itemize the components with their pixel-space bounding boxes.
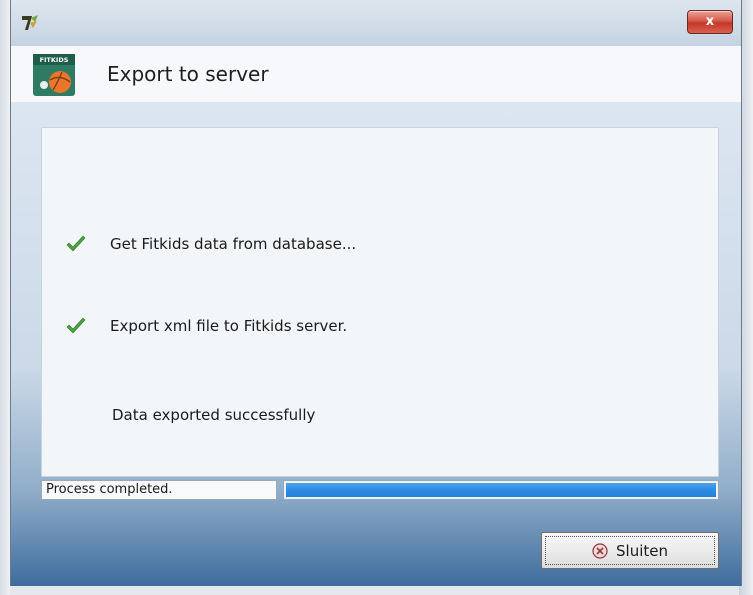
- progress-steps-panel: Get Fitkids data from database... Export…: [41, 127, 719, 477]
- fitkids-logo: FITKIDS: [33, 54, 75, 96]
- app-icon: [22, 15, 38, 30]
- background-window-edge-left: [0, 0, 10, 595]
- dialog-title: Export to server: [107, 62, 269, 86]
- progress-bar-fill: [286, 483, 716, 497]
- dialog-header: FITKIDS Export to server: [11, 46, 741, 103]
- check-icon: [66, 235, 86, 252]
- progress-bar: [283, 480, 719, 500]
- logo-text: FITKIDS: [40, 56, 69, 64]
- step-label: Export xml file to Fitkids server.: [110, 317, 348, 335]
- sluiten-button-label: Sluiten: [616, 541, 668, 560]
- export-dialog: x FITKIDS Export to server Get Fitkids d…: [10, 0, 742, 586]
- sluiten-button[interactable]: Sluiten: [541, 532, 719, 569]
- status-text: Process completed.: [41, 480, 277, 500]
- cancel-circle-icon: [592, 542, 608, 559]
- close-icon: x: [705, 14, 715, 29]
- title-bar[interactable]: x: [11, 0, 741, 46]
- check-icon: [66, 317, 86, 334]
- dialog-body: Get Fitkids data from database... Export…: [11, 102, 741, 586]
- result-message: Data exported successfully: [112, 406, 316, 424]
- window-close-button[interactable]: x: [687, 10, 733, 34]
- step-label: Get Fitkids data from database...: [110, 235, 357, 253]
